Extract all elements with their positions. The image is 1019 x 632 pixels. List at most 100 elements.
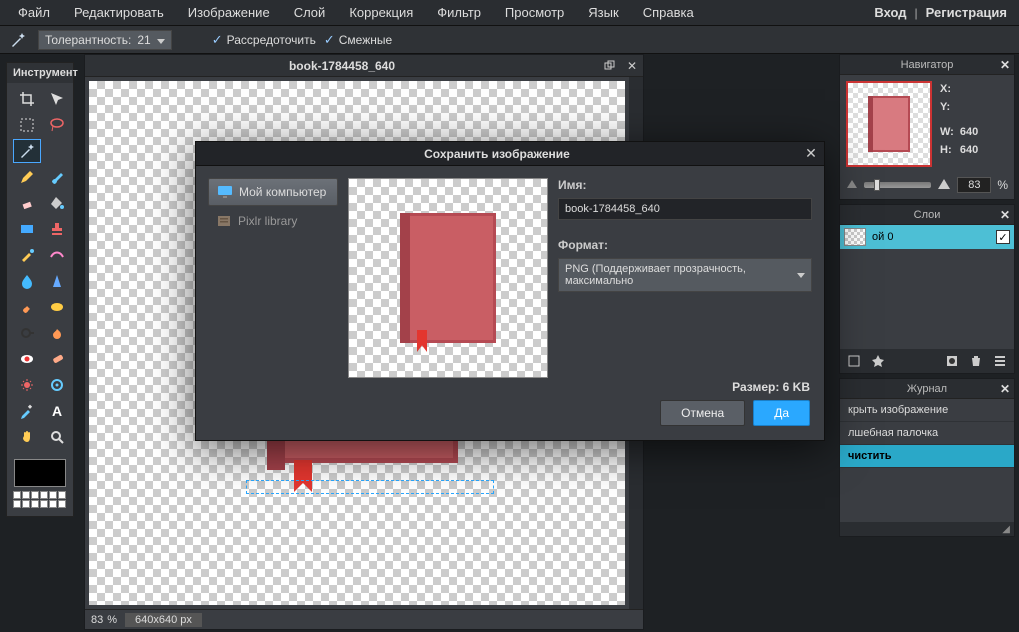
tool-stamp[interactable]: [43, 217, 71, 241]
tool-brush[interactable]: [43, 165, 71, 189]
contiguous-checkbox[interactable]: ✓ Смежные: [324, 32, 392, 48]
tool-eraser[interactable]: [13, 191, 41, 215]
navigator-thumbnail[interactable]: [846, 81, 932, 167]
check-icon: ✓: [324, 32, 335, 48]
options-bar: Толерантность: 21 ✓ Рассредоточить ✓ Сме…: [0, 26, 1019, 54]
tool-heal[interactable]: [43, 347, 71, 371]
navigator-title: Навигатор: [840, 59, 1014, 71]
layer-visibility-checkbox[interactable]: ✓: [996, 230, 1010, 244]
menu-image[interactable]: Изображение: [176, 1, 282, 24]
tool-sponge[interactable]: [43, 295, 71, 319]
selection-marquee: [246, 480, 494, 494]
delete-layer-icon[interactable]: [966, 352, 986, 370]
library-icon: [216, 214, 232, 228]
tool-zoom[interactable]: [43, 425, 71, 449]
zoom-out-icon[interactable]: [846, 178, 858, 192]
scatter-label: Рассредоточить: [227, 33, 316, 47]
tolerance-control[interactable]: Толерантность: 21: [38, 30, 172, 50]
dialog-titlebar: Сохранить изображение ✕: [196, 142, 824, 166]
tool-crop[interactable]: [13, 87, 41, 111]
status-zoom: 83 %: [91, 614, 117, 626]
chevron-down-icon: [797, 269, 805, 281]
tool-draw[interactable]: [43, 243, 71, 267]
menu-view[interactable]: Просмотр: [493, 1, 576, 24]
history-panel: Журнал ✕ крыть изображение лшебная палоч…: [839, 378, 1015, 537]
tool-smudge[interactable]: [13, 295, 41, 319]
tool-redeye[interactable]: [13, 347, 41, 371]
tool-picker[interactable]: [13, 399, 41, 423]
canvas-title: book-1784458_640: [85, 59, 599, 73]
close-icon[interactable]: ✕: [621, 56, 643, 76]
layer-thumbnail: [844, 228, 866, 246]
chevron-down-icon: [157, 33, 165, 47]
register-link[interactable]: Регистрация: [920, 1, 1013, 24]
new-layer-icon[interactable]: [844, 352, 864, 370]
menu-edit[interactable]: Редактировать: [62, 1, 176, 24]
save-image-dialog: Сохранить изображение ✕ Мой компьютер Pi…: [195, 141, 825, 441]
color-swatch[interactable]: [7, 453, 73, 516]
tool-bloat[interactable]: [13, 373, 41, 397]
menu-help[interactable]: Справка: [631, 1, 706, 24]
menu-filter[interactable]: Фильтр: [425, 1, 493, 24]
zoom-in-icon[interactable]: [937, 178, 951, 193]
zoom-slider[interactable]: [864, 182, 931, 188]
layer-name: ой 0: [872, 231, 893, 243]
cancel-button[interactable]: Отмена: [660, 400, 745, 426]
tool-hand[interactable]: [13, 425, 41, 449]
tool-wand[interactable]: [13, 139, 41, 163]
svg-text:A: A: [52, 403, 62, 419]
name-input[interactable]: [558, 198, 812, 220]
close-icon[interactable]: ✕: [1000, 382, 1010, 396]
history-item[interactable]: лшебная палочка: [840, 422, 1014, 445]
format-select[interactable]: PNG (Поддерживает прозрачность, максимал…: [558, 258, 812, 292]
history-item[interactable]: крыть изображение: [840, 399, 1014, 422]
menu-file[interactable]: Файл: [6, 1, 62, 24]
tool-replace-color[interactable]: [13, 243, 41, 267]
swatch-grid[interactable]: [13, 491, 67, 508]
tool-marquee[interactable]: [13, 113, 41, 137]
tool-sharpen[interactable]: [43, 269, 71, 293]
panel-resize-grip[interactable]: ◢: [840, 522, 1014, 536]
history-item[interactable]: чистить: [840, 445, 1014, 468]
layer-row[interactable]: ой 0 ✓: [840, 225, 1014, 249]
login-link[interactable]: Вход: [868, 1, 912, 24]
auth-sep: |: [913, 6, 920, 20]
tolerance-value: 21: [137, 33, 150, 47]
canvas-statusbar: 83 % 640x640 px: [85, 609, 643, 629]
tool-lasso[interactable]: [43, 113, 71, 137]
status-dims: 640x640 px: [125, 613, 202, 627]
layers-toolbar: [840, 349, 1014, 373]
menu-layer[interactable]: Слой: [282, 1, 338, 24]
tool-bucket[interactable]: [43, 191, 71, 215]
layer-menu-icon[interactable]: [990, 352, 1010, 370]
ok-button[interactable]: Да: [753, 400, 810, 426]
menu-lang[interactable]: Язык: [576, 1, 630, 24]
format-value: PNG (Поддерживает прозрачность, максимал…: [565, 263, 797, 287]
tools-panel: Инструмент A: [6, 62, 74, 517]
canvas-titlebar: book-1784458_640 ✕: [85, 55, 643, 77]
tool-pinch[interactable]: [43, 373, 71, 397]
layer-fx-icon[interactable]: [868, 352, 888, 370]
tool-blur[interactable]: [13, 269, 41, 293]
dest-my-computer[interactable]: Мой компьютер: [208, 178, 338, 206]
tool-dodge[interactable]: [13, 321, 41, 345]
foreground-color[interactable]: [14, 459, 66, 487]
tool-gradient[interactable]: [13, 217, 41, 241]
close-icon[interactable]: ✕: [1000, 58, 1010, 72]
dest-pixlr-library[interactable]: Pixlr library: [208, 208, 338, 234]
close-icon[interactable]: ✕: [798, 143, 824, 165]
history-title: Журнал: [840, 383, 1014, 395]
tool-type[interactable]: A: [43, 399, 71, 423]
tool-burn[interactable]: [43, 321, 71, 345]
zoom-input[interactable]: [957, 177, 991, 193]
close-icon[interactable]: ✕: [1000, 208, 1010, 222]
maximize-icon[interactable]: [599, 56, 621, 76]
tool-pencil[interactable]: [13, 165, 41, 189]
scatter-checkbox[interactable]: ✓ Рассредоточить: [212, 32, 316, 48]
navigator-zoom: %: [840, 173, 1014, 199]
menu-adjust[interactable]: Коррекция: [337, 1, 425, 24]
wand-icon: [6, 30, 30, 50]
layers-title: Слои: [840, 209, 1014, 221]
tool-move[interactable]: [43, 87, 71, 111]
layer-mask-icon[interactable]: [942, 352, 962, 370]
